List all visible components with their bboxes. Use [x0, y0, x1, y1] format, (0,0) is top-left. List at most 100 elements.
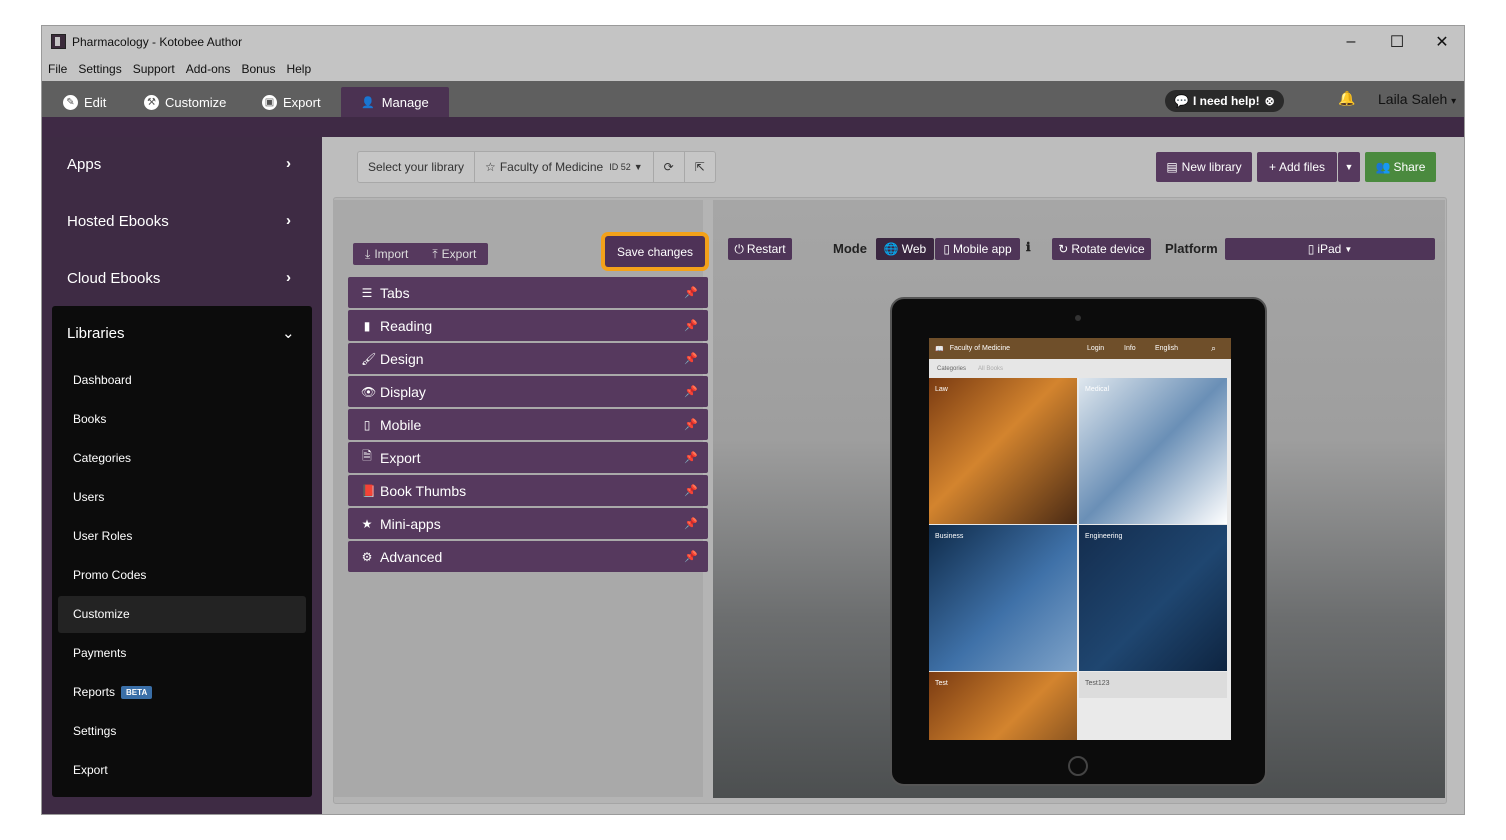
- pin-icon[interactable]: 📌: [684, 550, 698, 563]
- section-mobile[interactable]: ▯ Mobile 📌: [348, 409, 708, 440]
- category-tile[interactable]: Law: [929, 378, 1077, 524]
- section-book-thumbs[interactable]: 📕 Book Thumbs 📌: [348, 475, 708, 506]
- close-button[interactable]: ✕: [1419, 26, 1464, 57]
- tab-edit[interactable]: ✎ Edit: [63, 87, 106, 117]
- section-reading[interactable]: ▮ Reading 📌: [348, 310, 708, 341]
- section-export-label: Export: [380, 449, 421, 466]
- lib-item-reports[interactable]: Reports BETA: [73, 685, 153, 700]
- section-tabs[interactable]: ☰ Tabs 📌: [348, 277, 708, 308]
- category-label: Medical: [1085, 386, 1110, 393]
- chevron-right-icon: ›: [286, 212, 291, 229]
- menu-bonus[interactable]: Bonus: [241, 62, 275, 76]
- refresh-button[interactable]: ⟳: [654, 152, 685, 182]
- section-export[interactable]: 🗎 Export 📌: [348, 442, 708, 473]
- pin-icon[interactable]: 📌: [684, 451, 698, 464]
- rotate-device-button[interactable]: ↻ Rotate device: [1052, 238, 1151, 260]
- section-mini-apps-label: Mini-apps: [380, 515, 441, 532]
- pin-icon[interactable]: 📌: [684, 484, 698, 497]
- section-design[interactable]: 🖌 Design 📌: [348, 343, 708, 374]
- refresh-icon: ⟳: [663, 160, 674, 174]
- save-changes-button[interactable]: Save changes: [605, 236, 705, 267]
- archive-icon: ▤: [1166, 160, 1178, 174]
- import-button[interactable]: ⤓ Import: [353, 243, 420, 265]
- category-tile[interactable]: Engineering: [1079, 525, 1227, 671]
- category-tile[interactable]: Medical: [1079, 378, 1227, 524]
- menu-help[interactable]: Help: [286, 62, 311, 76]
- tab-customize[interactable]: ⚒ Customize: [144, 87, 226, 117]
- menu-add-ons[interactable]: Add-ons: [186, 62, 231, 76]
- section-design-label: Design: [380, 350, 424, 367]
- lib-item-export[interactable]: Export: [73, 763, 108, 777]
- minimize-button[interactable]: –: [1328, 26, 1374, 57]
- category-tile[interactable]: Test123: [1079, 672, 1227, 698]
- screen-language[interactable]: English: [1155, 345, 1178, 352]
- sidebar-item-cloud-ebooks[interactable]: Cloud Ebooks: [67, 270, 160, 287]
- menu-settings[interactable]: Settings: [78, 62, 121, 76]
- pin-icon[interactable]: 📌: [684, 319, 698, 332]
- sidebar-item-libraries[interactable]: Libraries: [67, 325, 125, 342]
- section-reading-label: Reading: [380, 317, 433, 334]
- caret-down-icon: ▼: [633, 162, 643, 172]
- sidebar-item-apps[interactable]: Apps: [67, 156, 101, 173]
- lib-item-customize[interactable]: Customize: [73, 607, 130, 621]
- new-library-button[interactable]: ▤ New library: [1156, 152, 1252, 182]
- sidebar-item-hosted-ebooks[interactable]: Hosted Ebooks: [67, 213, 169, 230]
- tab-customize-label: Customize: [165, 94, 227, 110]
- search-icon[interactable]: ⌕: [1211, 343, 1216, 354]
- restart-button[interactable]: ⏻ Restart: [728, 238, 792, 260]
- tab-export[interactable]: ▣ Export: [262, 87, 321, 117]
- pin-icon[interactable]: 📌: [684, 517, 698, 530]
- lib-item-settings[interactable]: Settings: [73, 724, 116, 738]
- category-tile[interactable]: Test: [929, 672, 1077, 740]
- mode-label: Mode: [833, 241, 867, 256]
- lib-item-dashboard[interactable]: Dashboard: [73, 373, 132, 387]
- platform-dropdown[interactable]: ▯ iPad ▼: [1225, 238, 1435, 260]
- tablet-icon: ▯: [1307, 242, 1315, 256]
- section-display[interactable]: 👁 Display 📌: [348, 376, 708, 407]
- mode-mobile-app-button[interactable]: ▯ Mobile app: [935, 238, 1020, 260]
- export-button[interactable]: ⤒ Export: [420, 243, 488, 265]
- menu-support[interactable]: Support: [133, 62, 175, 76]
- lib-item-promo-codes[interactable]: Promo Codes: [73, 568, 146, 582]
- screen-tab-all-books[interactable]: All Books: [978, 366, 1003, 372]
- mode-web-button[interactable]: 🌐 Web: [876, 238, 934, 260]
- category-label: Test: [935, 680, 948, 687]
- lib-item-user-roles[interactable]: User Roles: [73, 529, 132, 543]
- section-advanced[interactable]: ⚙ Advanced 📌: [348, 541, 708, 572]
- help-button[interactable]: 💬 I need help! ⊗: [1165, 90, 1284, 112]
- pin-icon[interactable]: 📌: [684, 418, 698, 431]
- lib-item-categories[interactable]: Categories: [73, 451, 131, 465]
- wrench-icon: ⚒: [144, 94, 159, 110]
- close-circle-icon[interactable]: ⊗: [1265, 94, 1275, 108]
- window-title: Pharmacology - Kotobee Author: [72, 34, 243, 49]
- library-id: ID 52: [609, 162, 631, 172]
- user-menu[interactable]: Laila Saleh ▾: [1378, 91, 1456, 107]
- lib-item-payments[interactable]: Payments: [73, 646, 126, 660]
- section-mini-apps[interactable]: ★ Mini-apps 📌: [348, 508, 708, 539]
- power-icon: ⏻: [734, 241, 744, 256]
- add-files-button[interactable]: + Add files: [1257, 152, 1337, 182]
- bell-icon[interactable]: 🔔: [1338, 90, 1355, 107]
- screen-info[interactable]: Info: [1124, 345, 1136, 352]
- screen-tab-categories[interactable]: Categories: [937, 366, 966, 372]
- library-dropdown[interactable]: ☆ Faculty of Medicine ID 52 ▼: [475, 152, 654, 182]
- screen-login[interactable]: Login: [1087, 345, 1104, 352]
- pin-icon[interactable]: 📌: [684, 385, 698, 398]
- maximize-button[interactable]: ☐: [1374, 26, 1420, 57]
- menu-file[interactable]: File: [48, 62, 67, 76]
- add-files-dropdown[interactable]: ▼: [1338, 152, 1360, 182]
- new-library-label: New library: [1181, 160, 1242, 174]
- tab-manage[interactable]: 👤 Manage: [341, 87, 449, 117]
- pin-icon[interactable]: 📌: [684, 352, 698, 365]
- info-icon[interactable]: ℹ: [1026, 240, 1031, 254]
- lib-item-users[interactable]: Users: [73, 490, 104, 504]
- lib-item-books[interactable]: Books: [73, 412, 106, 426]
- category-tile[interactable]: Business: [929, 525, 1077, 671]
- bookmark-icon: ▮: [363, 318, 371, 333]
- chevron-right-icon: ›: [286, 155, 291, 172]
- chevron-down-icon[interactable]: ⌄: [282, 324, 295, 342]
- share-button[interactable]: 👥 Share: [1365, 152, 1436, 182]
- ipad-device-frame: 📖 Faculty of Medicine Login Info English…: [890, 297, 1267, 786]
- pin-icon[interactable]: 📌: [684, 286, 698, 299]
- open-external-button[interactable]: ⇱: [685, 152, 715, 182]
